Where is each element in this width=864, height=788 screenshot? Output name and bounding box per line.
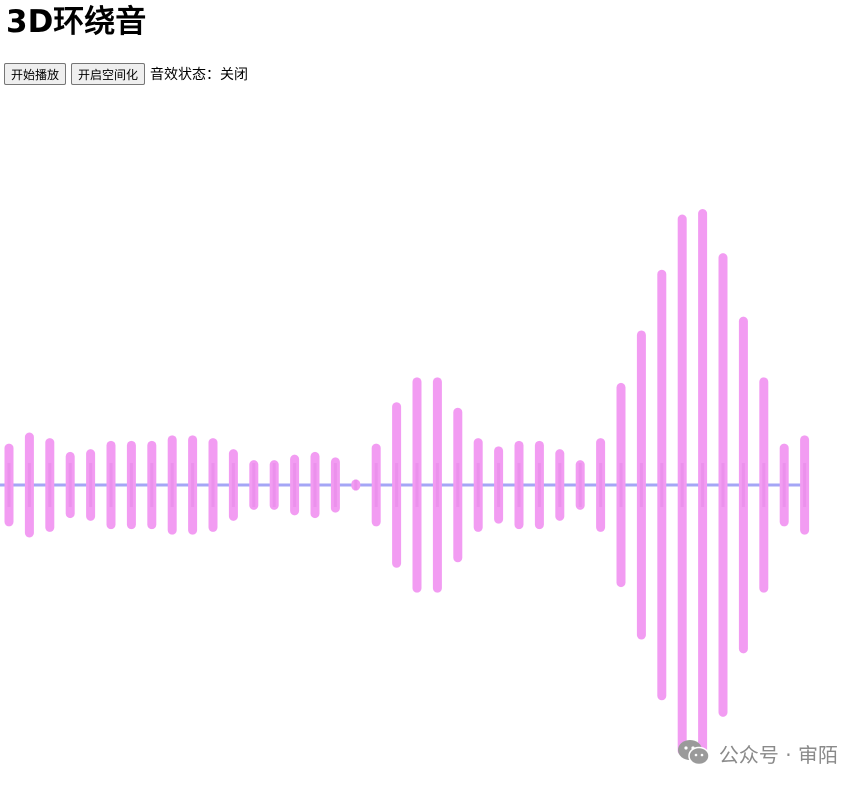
waveform-bar-core xyxy=(721,463,725,507)
enable-spatialization-button[interactable]: 开启空间化 xyxy=(71,63,146,85)
waveform-bar-core xyxy=(109,463,113,507)
waveform-bar-core xyxy=(27,463,31,507)
waveform-bar-core xyxy=(660,463,664,507)
waveform-bar-core xyxy=(68,463,72,507)
waveform-bar-core xyxy=(599,463,603,507)
wechat-icon xyxy=(677,740,710,766)
watermark: 公众号 · 审陌 xyxy=(677,738,838,768)
waveform-bar-core xyxy=(333,463,337,507)
waveform-bar-core xyxy=(191,463,195,507)
waveform-bar-core xyxy=(272,463,276,507)
waveform-bar-core xyxy=(476,463,480,507)
waveform-visualizer xyxy=(0,209,810,761)
waveform-bar-core xyxy=(517,463,521,507)
waveform-bar-core xyxy=(354,479,358,491)
waveform-bar-core xyxy=(497,463,501,507)
waveform-bar-core xyxy=(89,463,93,507)
waveform-bar-core xyxy=(701,463,705,507)
waveform-bar-core xyxy=(680,463,684,507)
waveform-bar-core xyxy=(782,463,786,507)
waveform-bar-core xyxy=(7,463,11,507)
waveform-bar-core xyxy=(435,463,439,507)
controls-bar: 开始播放 开启空间化 音效状态：关闭 xyxy=(4,62,248,86)
waveform-bar-core xyxy=(150,463,154,507)
waveform-bar-core xyxy=(129,463,133,507)
waveform-bar-core xyxy=(558,463,562,507)
effect-status-text: 音效状态：关闭 xyxy=(150,67,249,83)
waveform-bar-core xyxy=(48,463,52,507)
start-playback-button[interactable]: 开始播放 xyxy=(4,63,67,85)
waveform-bar-core xyxy=(762,463,766,507)
waveform-bar-core xyxy=(619,463,623,507)
waveform-bar-core xyxy=(415,463,419,507)
waveform-bar-core xyxy=(374,463,378,507)
waveform-bar-core xyxy=(395,463,399,507)
waveform-bar-core xyxy=(578,463,582,507)
watermark-text: 公众号 · 审陌 xyxy=(718,742,838,767)
waveform-bar-core xyxy=(741,463,745,507)
waveform-bar-core xyxy=(313,463,317,507)
waveform-bar-core xyxy=(803,463,807,507)
waveform-bar-core xyxy=(537,463,541,507)
waveform-bar-core xyxy=(252,463,256,507)
waveform-bar-core xyxy=(639,463,643,507)
waveform-bar-core xyxy=(293,463,297,507)
waveform-bar-core xyxy=(231,463,235,507)
page-title: 3D环绕音 xyxy=(6,4,147,40)
waveform-bar-core xyxy=(456,463,460,507)
waveform-bar-core xyxy=(170,463,174,507)
waveform-bar-core xyxy=(211,463,215,507)
